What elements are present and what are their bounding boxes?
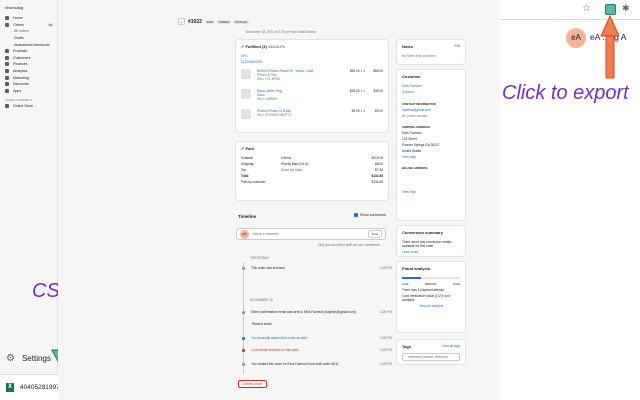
timeline-event: Order confirmation email was sent to Elv… xyxy=(242,310,392,314)
fulfilled-title: ✔ Fulfilled (3) #1022-F1 xyxy=(236,40,388,53)
timeline-dot xyxy=(242,363,245,366)
learn-more-link[interactable]: Learn more xyxy=(397,249,465,255)
line-item: BeReCO®ione iPhone 8+, Yellow, CaseiPhon… xyxy=(236,65,388,85)
view-full-analysis-link[interactable]: View full analysis xyxy=(397,303,465,309)
sidebar-item-abandoned-checkouts[interactable]: Abandoned checkouts xyxy=(0,41,57,48)
click-to-export-annotation: Click to export xyxy=(502,82,629,105)
line-item: Black LaMer RingBlackSKU: LMRING $39.00 … xyxy=(236,85,388,105)
up-arrow-annotation xyxy=(600,14,620,80)
product-thumbnail xyxy=(241,69,251,79)
comment-box[interactable]: eA Leave a comment... Post xyxy=(236,228,386,240)
browser-side-area: ☆ ✱ eA eA ...og A Click to export xyxy=(500,0,640,400)
status-badge-paid: Paid xyxy=(205,20,215,24)
sidebar-item-online-store[interactable]: Online Store xyxy=(0,103,57,110)
show-comments-checkbox[interactable]: Show comments xyxy=(354,213,386,217)
star-icon[interactable]: ☆ xyxy=(582,3,591,14)
timeline-event: You manually marked this order as paid2:… xyxy=(242,336,392,340)
products-icon xyxy=(5,49,9,53)
order-number: #1022 xyxy=(188,19,202,25)
timeline-date: YESTERDAY xyxy=(250,256,400,260)
home-icon xyxy=(5,16,9,20)
sidebar-item-finances[interactable]: Finances xyxy=(0,61,57,68)
sidebar-item-discounts[interactable]: Discounts xyxy=(0,81,57,88)
fraud-card: Fraud analysis LOWMEDIUMHIGH There was 1… xyxy=(397,262,465,332)
avatar: eA xyxy=(566,28,586,48)
sidebar-item-home[interactable]: Home xyxy=(0,15,57,22)
view-map-link[interactable]: View map xyxy=(397,189,465,195)
analytics-icon xyxy=(5,69,9,73)
avatar: eA xyxy=(240,230,249,239)
sidebar-item-all-orders[interactable]: All orders xyxy=(0,28,57,35)
sidebar-item-products[interactable]: Products xyxy=(0,48,57,55)
settings-link[interactable]: ⚙ Settings xyxy=(6,353,51,364)
gear-icon: ⚙ xyxy=(6,353,15,364)
timeline-dot xyxy=(242,267,245,270)
sales-channels-heading: SALES CHANNELS xyxy=(0,94,57,103)
extensions-icon[interactable]: ✱ xyxy=(622,3,630,14)
sidebar-item-apps[interactable]: Apps xyxy=(0,88,57,95)
back-arrow-icon[interactable]: ← xyxy=(178,18,185,25)
apps-icon xyxy=(5,89,9,93)
excel-file-icon: X xyxy=(6,383,14,392)
orders-icon xyxy=(5,23,9,27)
post-button[interactable]: Post xyxy=(368,230,382,238)
orders-count-badge: 15 xyxy=(48,23,53,27)
timeline-dot xyxy=(242,337,245,340)
sidebar-item-drafts[interactable]: Drafts xyxy=(0,35,57,42)
marketing-icon xyxy=(5,76,9,80)
timeline-line xyxy=(243,262,244,374)
checkbox-icon xyxy=(354,213,358,217)
sidebar-item-customers[interactable]: Customers xyxy=(0,55,57,62)
finances-icon xyxy=(5,62,9,66)
discounts-icon xyxy=(5,82,9,86)
sidebar-item-orders[interactable]: Orders15 xyxy=(0,22,57,29)
timeline-event: You created this order for Elvis Fachece… xyxy=(242,362,392,366)
customers-icon xyxy=(5,56,9,60)
sidebar-item-analytics[interactable]: Analytics xyxy=(0,68,57,75)
fulfilled-card: ✔ Fulfilled (3) #1022-F1 UPS 1Z12345E029… xyxy=(236,40,388,132)
timeline-title: Timeline xyxy=(238,214,256,219)
product-thumbnail xyxy=(241,89,251,99)
timeline-event: This order was archived2:25 PM xyxy=(242,266,392,270)
view-all-tags-link[interactable]: View all tags xyxy=(442,344,460,349)
summary-row: Paid by customer$134.85 xyxy=(236,179,388,185)
paid-card: ✔ Paid Subtotal3 items$119.00 ShippingPr… xyxy=(236,142,388,200)
timeline-dot xyxy=(242,311,245,314)
notes-card: NotesEdit No notes from customer xyxy=(397,40,465,64)
order-subtitle: November 18, 2021 at 2:25 pm from Draft … xyxy=(246,30,316,34)
timeline-event: 1 line items removed on this order2:25 P… xyxy=(242,348,392,352)
timeline-date: NOVEMBER 18 xyxy=(250,298,400,302)
comment-hint: Only you and other staff can see comment… xyxy=(318,243,398,247)
paid-title: ✔ Paid xyxy=(236,142,388,155)
delete-order-button[interactable]: Delete order xyxy=(238,380,267,388)
resend-email-button[interactable]: Resend email xyxy=(252,322,292,326)
notes-edit-link[interactable]: Edit xyxy=(455,44,461,49)
comment-input[interactable]: Leave a comment... xyxy=(253,232,281,236)
tags-input[interactable]: reviewed, packed, delivered xyxy=(402,353,460,361)
view-map-link[interactable]: View map xyxy=(397,154,465,160)
sidebar-item-marketing[interactable]: Marketing xyxy=(0,74,57,81)
store-icon xyxy=(5,104,9,108)
product-thumbnail xyxy=(241,109,251,119)
tags-card: TagsView all tags reviewed, packed, deli… xyxy=(397,340,465,364)
line-item: iPurerd iPhone 11 BlackSKU: IPHONE11BCPT… xyxy=(236,105,388,123)
store-name: ehichsdog xyxy=(0,0,57,15)
timeline-dot xyxy=(242,349,245,352)
conversion-card: Conversion summary There aren't any conv… xyxy=(397,226,465,256)
status-badge-archived: Archived xyxy=(233,20,249,24)
status-badge-fulfilled: Fulfilled xyxy=(217,20,231,24)
fraud-risk-bar xyxy=(402,277,460,279)
fraud-risk-fill xyxy=(402,277,421,279)
customer-card: Customer Elvis Fachece 4 orders CONTACT … xyxy=(397,70,465,220)
